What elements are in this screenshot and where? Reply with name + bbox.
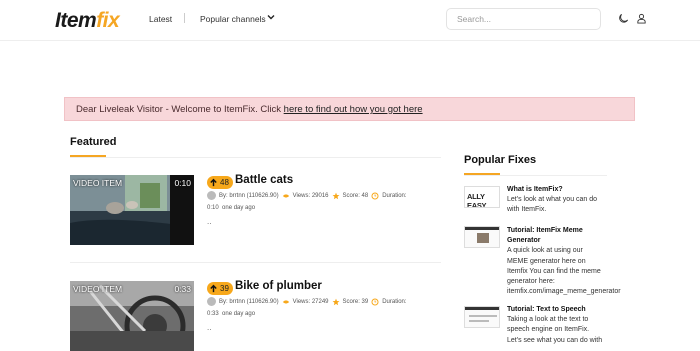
video-title[interactable]: Bike of plumber (235, 280, 322, 292)
arrow-up-icon (210, 178, 217, 187)
thumbnail-image (465, 307, 499, 327)
popular-item[interactable]: Tutorial: ItemFix Meme Generator A quick… (507, 226, 632, 297)
logo[interactable]: Itemfix (55, 9, 120, 33)
vote-count: 39 (220, 284, 229, 293)
popular-thumbnail[interactable] (464, 226, 500, 248)
video-title[interactable]: Battle cats (235, 174, 293, 186)
user-icon[interactable] (636, 13, 647, 24)
alert-link[interactable]: here to find out how you got here (284, 104, 423, 115)
video-age: one day ago (222, 311, 256, 317)
popular-item-title[interactable]: Tutorial: ItemFix Meme (507, 226, 632, 236)
nav-divider (184, 13, 185, 23)
video-author[interactable]: By: brrtnn (110626.90) (219, 193, 279, 199)
video-duration: 0:33 (174, 284, 191, 294)
divider (70, 262, 441, 263)
popular-item-line: A quick look at using our (507, 247, 583, 255)
welcome-alert: Dear Liveleak Visitor - Welcome to ItemF… (64, 97, 635, 121)
star-icon (332, 298, 339, 305)
divider (464, 175, 607, 176)
featured-heading: Featured (70, 136, 117, 148)
popular-item-line: Itemfix You can find the meme (507, 267, 601, 275)
popular-item[interactable]: What is ItemFix? Let's look at what you … (507, 185, 632, 216)
arrow-up-icon (210, 284, 217, 293)
video-meta: By: brrtnn (110626.90) Views: 29016 Scor… (207, 191, 407, 200)
popular-item-title[interactable]: Tutorial: Text to Speech (507, 305, 632, 315)
video-meta-row2: 0:10 one day ago (207, 205, 255, 211)
clock-icon (371, 191, 379, 200)
video-tag: VIDEO ITEM (73, 178, 123, 188)
popular-item-line: Taking a look at the text to (507, 316, 589, 324)
divider (70, 157, 441, 158)
popular-item-title[interactable]: What is ItemFix? (507, 185, 632, 195)
nav-popular-channels[interactable]: Popular channels (200, 14, 266, 24)
video-meta: By: brrtnn (110626.90) Views: 27249 Scor… (207, 297, 407, 306)
popular-thumbnail[interactable]: ALLY EASY (464, 186, 500, 208)
video-author[interactable]: By: brrtnn (110626.90) (219, 299, 279, 305)
popular-item-title-cont[interactable]: Generator (507, 236, 632, 246)
video-description: .. (207, 217, 212, 226)
avatar-icon (207, 191, 216, 200)
popular-item-line: with ItemFix. (507, 206, 547, 214)
duration-label: Duration: (382, 192, 407, 199)
video-views: Views: 29016 (292, 192, 329, 199)
eye-icon (282, 299, 289, 304)
eye-icon (282, 193, 289, 198)
vote-badge[interactable]: 39 (207, 282, 233, 295)
video-thumbnail[interactable]: VIDEO ITEM 0:33 (70, 281, 194, 351)
popular-item-line: MEME generator here on (507, 257, 586, 265)
avatar-icon (207, 297, 216, 306)
popular-thumbnail[interactable] (464, 306, 500, 328)
vote-count: 48 (220, 178, 229, 187)
video-meta-row2: 0:33 one day ago (207, 311, 255, 317)
star-icon (332, 192, 339, 199)
video-score: Score: 48 (342, 192, 369, 199)
duration-value: 0:33 (207, 311, 219, 317)
popular-item-line: generator here: (507, 278, 555, 286)
popular-fixes-heading: Popular Fixes (464, 154, 537, 166)
video-duration: 0:10 (174, 178, 191, 188)
moon-icon[interactable] (618, 13, 629, 24)
alert-text: Dear Liveleak Visitor - Welcome to ItemF… (76, 104, 284, 115)
duration-value: 0:10 (207, 205, 219, 211)
duration-label: Duration: (382, 298, 407, 305)
video-thumbnail[interactable]: VIDEO ITEM 0:10 (70, 175, 194, 245)
popular-item-line: Let's see what you can do with (507, 336, 603, 344)
header: Itemfix Latest Popular channels (0, 0, 700, 41)
popular-item[interactable]: Tutorial: Text to Speech Taking a look a… (507, 305, 632, 346)
popular-item-line: Let's look at what you can do (507, 196, 598, 204)
popular-item-line: itemfix.com/image_meme_generator (507, 288, 621, 296)
popular-item-line: speech engine on ItemFix. (507, 326, 590, 334)
thumbnail-image (465, 227, 499, 247)
nav-latest[interactable]: Latest (149, 14, 172, 24)
search-input[interactable] (446, 8, 601, 30)
video-age: one day ago (222, 205, 256, 211)
video-tag: VIDEO ITEM (73, 284, 123, 294)
video-description: .. (207, 323, 212, 332)
chevron-down-icon[interactable] (266, 12, 276, 22)
clock-icon (371, 297, 379, 306)
video-score: Score: 39 (342, 298, 369, 305)
thumbnail-caption: ALLY EASY (467, 192, 487, 208)
vote-badge[interactable]: 48 (207, 176, 233, 189)
video-views: Views: 27249 (292, 298, 329, 305)
